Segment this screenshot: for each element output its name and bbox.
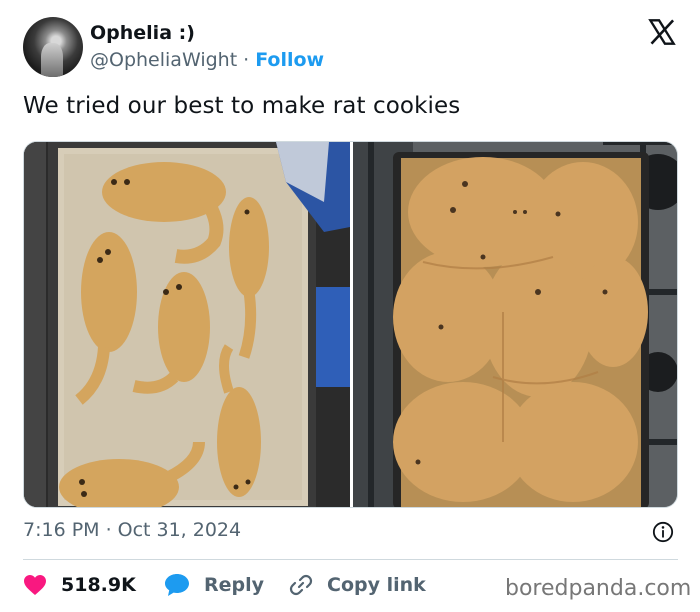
tweet-text: We tried our best to make rat cookies [23,93,461,119]
tweet-timestamp[interactable]: 7:16 PM · Oct 31, 2024 [23,519,241,541]
follow-button[interactable]: Follow [255,49,324,71]
like-button[interactable]: 518.9K [23,571,136,599]
tweet-media[interactable] [23,141,678,508]
photo-baked-cookie-blob-image [353,142,677,507]
reply-button[interactable]: Reply [164,571,264,599]
divider [23,559,678,560]
photo-raw-rat-dough[interactable] [24,142,350,507]
source-watermark: boredpanda.com [505,576,692,601]
avatar[interactable] [23,17,83,77]
link-icon [289,574,313,596]
info-icon[interactable] [652,521,674,543]
x-logo-icon[interactable] [648,18,676,46]
heart-icon [24,575,46,595]
display-name[interactable]: Ophelia :) [90,22,195,44]
tweet-date: Oct 31, 2024 [117,519,242,541]
copy-link-label: Copy link [327,574,426,596]
handle-row: @OpheliaWight · Follow [90,49,324,71]
tweet-time: 7:16 PM [23,519,100,541]
reply-bubble-icon [165,574,189,596]
handle[interactable]: @OpheliaWight [90,49,237,71]
photo-baked-cookie-blob[interactable] [353,142,677,507]
like-count: 518.9K [61,574,136,596]
reply-label: Reply [204,574,265,596]
separator-dot: · [243,49,250,71]
timestamp-separator: · [105,519,112,541]
copy-link-button[interactable]: Copy link [289,571,426,599]
photo-raw-rat-dough-image [24,142,350,507]
